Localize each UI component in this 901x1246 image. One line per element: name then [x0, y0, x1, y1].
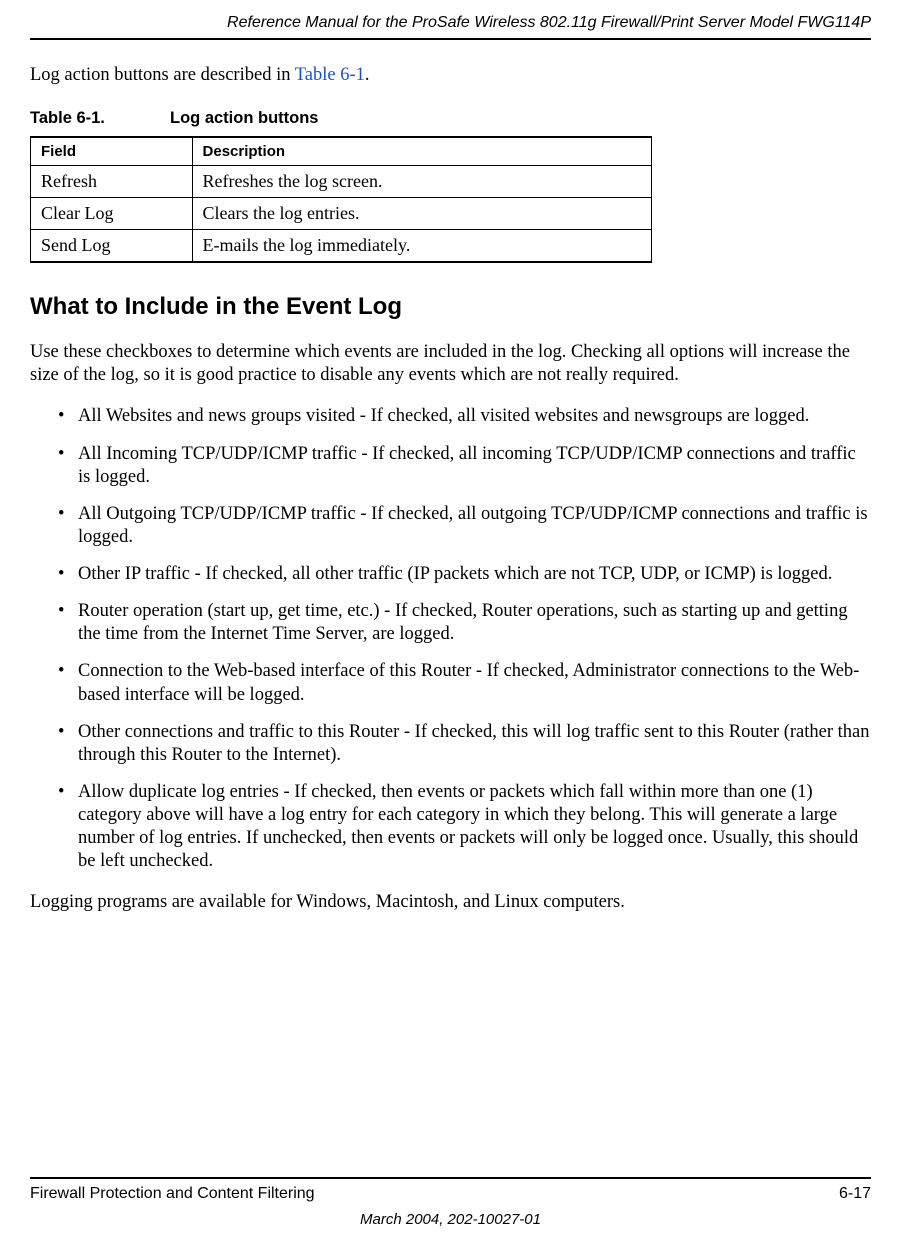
table-caption: Table 6-1.Log action buttons — [30, 109, 871, 128]
table-header-description: Description — [192, 137, 652, 166]
header-rule — [30, 38, 871, 40]
table-row: Refresh Refreshes the log screen. — [31, 166, 652, 198]
table-cell-description: E-mails the log immediately. — [192, 230, 652, 263]
list-item: Other IP traffic - If checked, all other… — [44, 563, 871, 586]
section-closing: Logging programs are available for Windo… — [30, 891, 871, 914]
table-cell-field: Send Log — [31, 230, 193, 263]
page-footer: Firewall Protection and Content Filterin… — [30, 1177, 871, 1228]
footer-rule — [30, 1177, 871, 1179]
intro-paragraph: Log action buttons are described in Tabl… — [30, 64, 871, 87]
footer-date: March 2004, 202-10027-01 — [30, 1211, 871, 1228]
list-item: Connection to the Web-based interface of… — [44, 660, 871, 706]
list-item: Router operation (start up, get time, et… — [44, 600, 871, 646]
footer-left: Firewall Protection and Content Filterin… — [30, 1185, 315, 1203]
list-item: Allow duplicate log entries - If checked… — [44, 781, 871, 874]
section-intro: Use these checkboxes to determine which … — [30, 341, 871, 387]
intro-text-before: Log action buttons are described in — [30, 65, 295, 85]
list-item: All Outgoing TCP/UDP/ICMP traffic - If c… — [44, 503, 871, 549]
table-header-row: Field Description — [31, 137, 652, 166]
running-header: Reference Manual for the ProSafe Wireles… — [30, 0, 871, 38]
table-caption-number: Table 6-1. — [30, 109, 170, 128]
table-row: Clear Log Clears the log entries. — [31, 198, 652, 230]
intro-text-after: . — [365, 65, 370, 85]
table-header-field: Field — [31, 137, 193, 166]
list-item: Other connections and traffic to this Ro… — [44, 721, 871, 767]
table-cell-description: Refreshes the log screen. — [192, 166, 652, 198]
table-cell-field: Refresh — [31, 166, 193, 198]
footer-page-number: 6-17 — [839, 1185, 871, 1203]
log-action-table: Field Description Refresh Refreshes the … — [30, 136, 652, 263]
table-caption-title: Log action buttons — [170, 109, 318, 127]
list-item: All Websites and news groups visited - I… — [44, 405, 871, 428]
event-log-options-list: All Websites and news groups visited - I… — [30, 405, 871, 873]
table-cell-description: Clears the log entries. — [192, 198, 652, 230]
list-item: All Incoming TCP/UDP/ICMP traffic - If c… — [44, 443, 871, 489]
table-row: Send Log E-mails the log immediately. — [31, 230, 652, 263]
table-reference-link[interactable]: Table 6-1 — [295, 65, 365, 85]
section-heading: What to Include in the Event Log — [30, 293, 871, 321]
table-cell-field: Clear Log — [31, 198, 193, 230]
